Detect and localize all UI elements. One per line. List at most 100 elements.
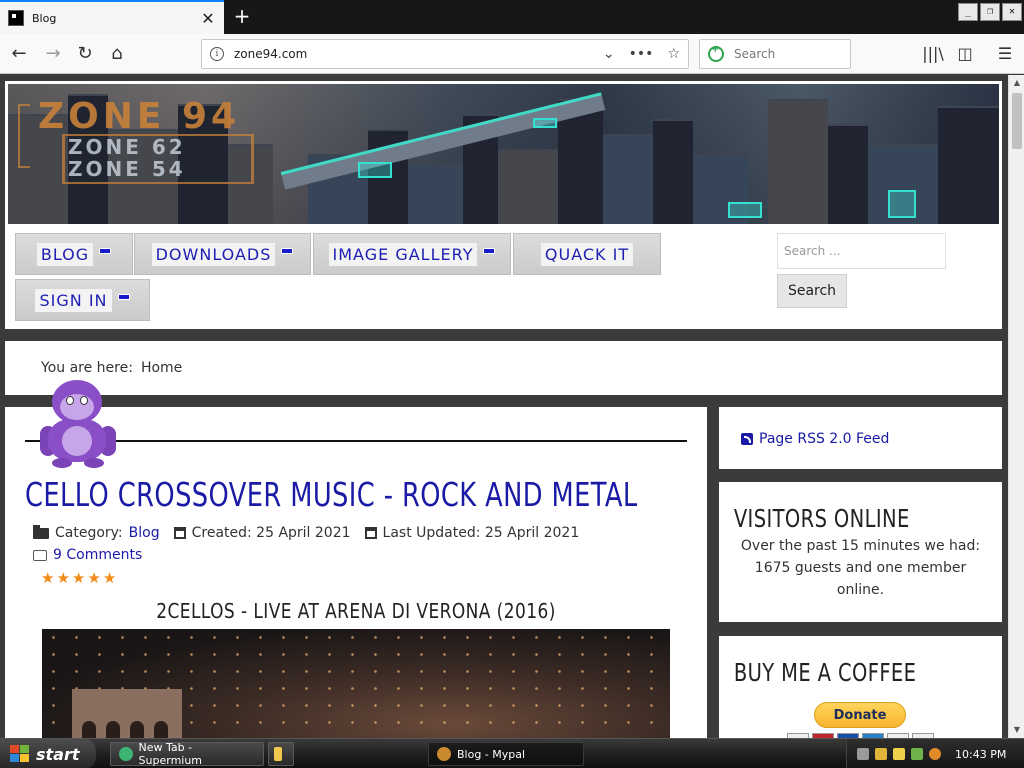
visitors-widget: VISITORS ONLINE Over the past 15 minutes…	[719, 482, 1002, 622]
bonzi-mascot-icon[interactable]	[38, 380, 118, 470]
menu-marker-icon	[117, 294, 130, 300]
url-text[interactable]: zone94.com	[234, 47, 603, 61]
search-engine-icon	[708, 44, 724, 62]
taskbar: start New Tab - Supermium Blog - Mypal 1…	[0, 738, 1024, 768]
mypal-icon	[437, 747, 451, 761]
rss-widget: Page RSS 2.0 Feed	[719, 407, 1002, 469]
menu-label: QUACK IT	[540, 242, 634, 266]
home-icon[interactable]: ⌂	[104, 41, 130, 67]
menu-label: BLOG	[36, 242, 94, 266]
comment-icon	[33, 549, 47, 561]
task-label: Blog - Mypal	[457, 747, 526, 761]
page-scrollbar[interactable]: ▲ ▼	[1008, 75, 1024, 738]
visitors-heading: VISITORS ONLINE	[733, 504, 910, 533]
browser-search-input[interactable]: Search	[699, 39, 851, 69]
site-search-button[interactable]: Search	[777, 274, 847, 308]
star-icon[interactable]: ★	[103, 571, 116, 586]
star-icon[interactable]: ★	[41, 571, 54, 586]
close-tab-icon[interactable]: ✕	[200, 9, 216, 28]
calendar-icon	[364, 527, 377, 539]
chevron-down-icon[interactable]: ⌄	[603, 46, 615, 62]
back-arrow-icon[interactable]: ←	[6, 41, 32, 67]
start-button[interactable]: start	[0, 739, 96, 768]
minimize-button[interactable]: _	[958, 3, 978, 21]
forward-arrow-icon[interactable]: →	[40, 41, 66, 67]
menu-label: DOWNLOADS	[151, 242, 276, 266]
tab-title: Blog	[32, 11, 57, 25]
page-viewport: ZONE 94 ZONE 62 ZONE 54 BLOG DOWNLOADS I…	[0, 75, 1008, 738]
windows-logo-icon	[10, 745, 30, 763]
hamburger-menu-icon[interactable]: ☰	[992, 41, 1018, 67]
supermium-icon	[119, 747, 133, 761]
menu-marker-icon	[281, 248, 294, 254]
donate-button[interactable]: Donate	[814, 702, 906, 728]
star-icon[interactable]: ★	[72, 571, 85, 586]
star-icon[interactable]: ★	[87, 571, 100, 586]
divider	[25, 440, 687, 442]
site-header: ZONE 94 ZONE 62 ZONE 54 BLOG DOWNLOADS I…	[5, 81, 1002, 329]
network-icon[interactable]	[875, 748, 887, 760]
video-title: 2CELLOS - LIVE AT ARENA DI VERONA (2016)	[156, 599, 556, 623]
menu-label: SIGN IN	[35, 288, 112, 312]
shield-icon[interactable]	[893, 748, 905, 760]
breadcrumb: You are here: Home	[5, 341, 1002, 395]
star-icon[interactable]: ★	[56, 571, 69, 586]
close-window-button[interactable]: ✕	[1002, 3, 1022, 21]
site-search-input[interactable]: Search ...	[777, 233, 946, 269]
rss-icon	[741, 433, 753, 445]
visitors-text: Over the past 15 minutes we had: 1675 gu…	[740, 538, 981, 598]
reload-icon[interactable]: ↻	[72, 41, 98, 67]
update-icon[interactable]	[911, 748, 923, 760]
menu-item-blog[interactable]: BLOG	[15, 233, 133, 275]
comments-link-row[interactable]: 9 Comments	[33, 547, 142, 563]
breadcrumb-home: Home	[140, 360, 183, 376]
task-label: New Tab - Supermium	[138, 741, 203, 767]
new-tab-button[interactable]: +	[230, 4, 254, 28]
maximize-button[interactable]: ❐	[980, 3, 1000, 21]
scroll-down-icon[interactable]: ▼	[1011, 724, 1023, 736]
menu-item-quack-it[interactable]: QUACK IT	[513, 233, 661, 275]
site-banner[interactable]: ZONE 94 ZONE 62 ZONE 54	[8, 84, 999, 224]
navigation-toolbar: ← → ↻ ⌂ i zone94.com ⌄ ••• ☆ Search |||\…	[0, 34, 1024, 74]
page-actions-icon[interactable]: •••	[629, 46, 654, 62]
sidebar-toggle-icon[interactable]: ◫	[952, 41, 978, 67]
rating-stars[interactable]: ★ ★ ★ ★ ★	[41, 571, 116, 586]
folder-icon	[33, 524, 49, 539]
comments-link[interactable]: 9 Comments	[53, 547, 142, 563]
clock: 10:43 PM	[955, 747, 1007, 761]
calendar-icon	[173, 527, 186, 539]
task-new-tab-supermium[interactable]: New Tab - Supermium	[110, 741, 264, 767]
logo-subtitle: ZONE 62 ZONE 54	[68, 135, 186, 181]
article-title[interactable]: CELLO CROSSOVER MUSIC - ROCK AND METAL	[25, 475, 638, 514]
library-icon[interactable]: |||\	[920, 41, 946, 67]
rss-feed-link[interactable]: Page RSS 2.0 Feed	[719, 407, 1002, 447]
folder-icon	[274, 747, 282, 761]
search-icon[interactable]	[929, 748, 941, 760]
menu-marker-icon	[483, 248, 496, 254]
updated-date: Last Updated: 25 April 2021	[382, 525, 580, 541]
category-label: Category:	[55, 525, 123, 541]
menu-item-sign-in[interactable]: SIGN IN	[15, 279, 150, 321]
url-bar[interactable]: i zone94.com ⌄ ••• ☆	[201, 39, 689, 69]
task-explorer[interactable]	[268, 742, 294, 766]
task-blog-mypal[interactable]: Blog - Mypal	[428, 742, 584, 766]
coffee-heading: BUY ME A COFFEE	[733, 658, 917, 687]
article-meta: Category: Blog Created: 25 April 2021 La…	[33, 524, 580, 541]
breadcrumb-prefix: You are here:	[41, 360, 133, 376]
scroll-thumb[interactable]	[1012, 93, 1022, 149]
search-placeholder: Search	[734, 47, 776, 61]
tab-blog[interactable]: Blog ✕	[0, 0, 224, 34]
menu-item-downloads[interactable]: DOWNLOADS	[134, 233, 311, 275]
menu-label: IMAGE GALLERY	[328, 242, 478, 266]
window-controls: _ ❐ ✕	[958, 3, 1022, 21]
site-favicon-icon	[8, 10, 24, 26]
menu-item-image-gallery[interactable]: IMAGE GALLERY	[313, 233, 511, 275]
bookmark-star-icon[interactable]: ☆	[667, 46, 680, 62]
tab-bar: Blog ✕ + _ ❐ ✕	[0, 0, 1024, 34]
video-player[interactable]	[42, 629, 670, 738]
keyboard-icon[interactable]	[857, 748, 869, 760]
site-logo[interactable]: ZONE 94	[38, 96, 240, 137]
site-info-icon[interactable]: i	[210, 47, 224, 61]
category-link[interactable]: Blog	[129, 525, 160, 541]
scroll-up-icon[interactable]: ▲	[1011, 77, 1023, 89]
